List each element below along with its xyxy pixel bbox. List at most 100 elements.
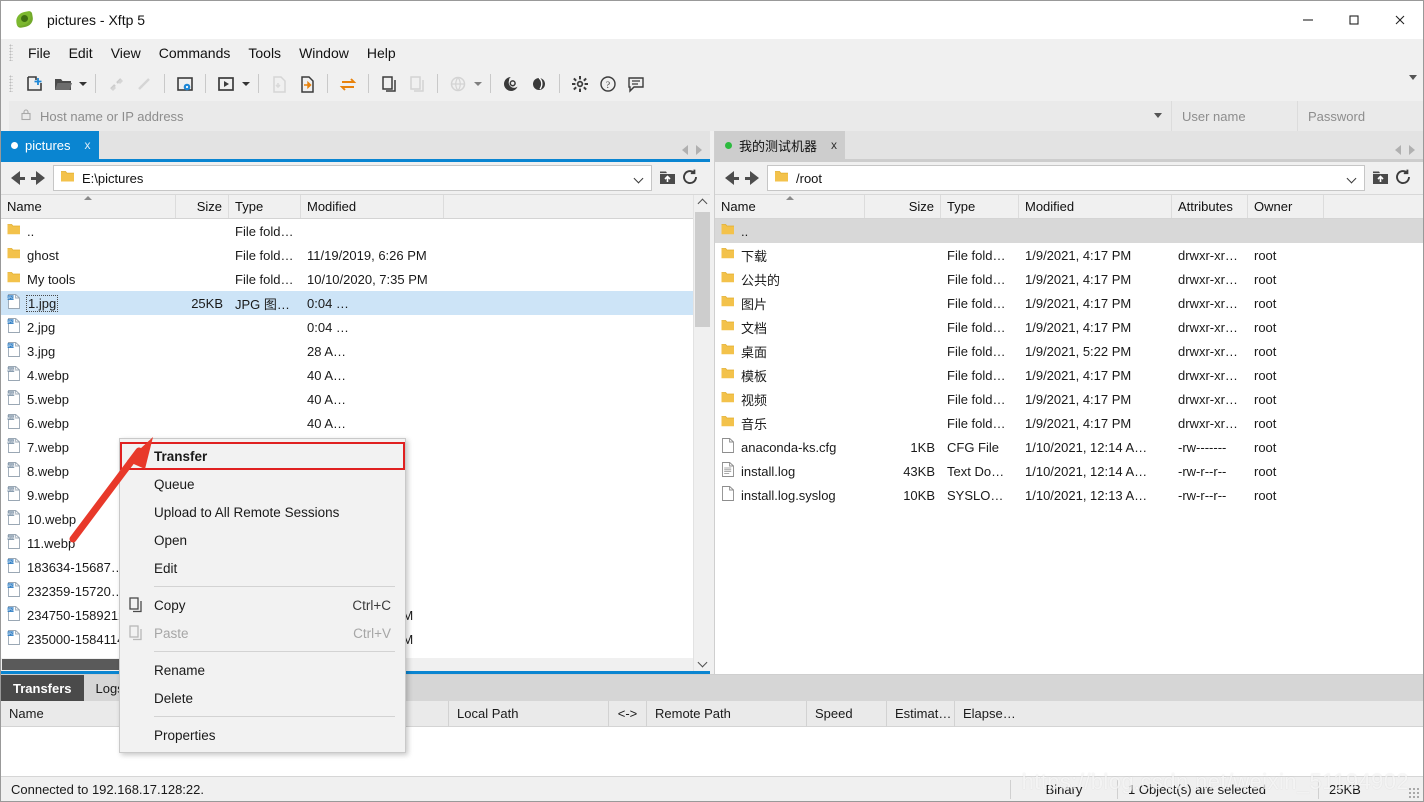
local-vscroll-thumb[interactable] [694, 212, 710, 327]
local-path-input[interactable]: E:\pictures [53, 165, 652, 191]
session-settings-icon[interactable] [172, 71, 198, 97]
file-context-menu[interactable]: Transfer Queue Upload to All Remote Sessio… [119, 438, 406, 753]
transfers-col-local-path[interactable]: Local Path [449, 700, 609, 727]
context-menu-item-queue[interactable]: Queue [120, 470, 405, 498]
status-transfer-mode[interactable]: Binary [1011, 777, 1117, 802]
remote-path-input[interactable]: /root [767, 165, 1365, 191]
local-col-size[interactable]: Size [176, 195, 229, 218]
scroll-down-icon[interactable] [694, 654, 711, 671]
table-row[interactable]: My tools File fold… 10/10/2020, 7:35 PM [1, 267, 693, 291]
remote-tab-close-icon[interactable]: x [831, 138, 837, 152]
menu-help[interactable]: Help [358, 41, 405, 65]
table-row[interactable]: WEBP 5.webp 40 A… [1, 387, 693, 411]
transfers-col-[interactable]: <-> [609, 700, 647, 727]
table-row[interactable]: 模板 File fold… 1/9/2021, 4:17 PM drwxr-xr… ro… [715, 363, 1423, 387]
menu-tools[interactable]: Tools [239, 41, 290, 65]
table-row[interactable]: 图片 File fold… 1/9/2021, 4:17 PM drwxr-xr… ro… [715, 291, 1423, 315]
context-menu-item-transfer[interactable]: Transfer [120, 442, 405, 470]
feedback-icon[interactable] [623, 71, 649, 97]
go-up-folder-icon[interactable] [658, 168, 677, 189]
transfers-col-speed[interactable]: Speed [807, 700, 887, 727]
context-menu-item-open[interactable]: Open [120, 526, 405, 554]
xftp-icon[interactable] [526, 71, 552, 97]
context-menu-item-copy[interactable]: Copy Ctrl+C [120, 591, 405, 619]
remote-col-size[interactable]: Size [865, 195, 941, 218]
local-tab-pictures[interactable]: pictures x [1, 131, 99, 159]
table-row[interactable]: install.log 43KB Text Do… 1/10/2021, 12:14 … [715, 459, 1423, 483]
remote-tab-session[interactable]: 我的测试机器 x [715, 131, 846, 159]
local-col-type[interactable]: Type [229, 195, 301, 218]
table-row[interactable]: 下载 File fold… 1/9/2021, 4:17 PM drwxr-xr… ro… [715, 243, 1423, 267]
context-menu-item-delete[interactable]: Delete [120, 684, 405, 712]
options-gear-icon[interactable] [567, 71, 593, 97]
local-tab-close-icon[interactable]: x [85, 138, 91, 152]
table-row[interactable]: install.log.syslog 10KB SYSLOG … 1/10/2021,… [715, 483, 1423, 507]
go-up-folder-icon[interactable] [1371, 168, 1390, 189]
xshell-icon[interactable] [498, 71, 524, 97]
run-icon[interactable] [213, 71, 239, 97]
local-col-modified[interactable]: Modified [301, 195, 444, 218]
transfers-col-elapse[interactable]: Elapse… [955, 701, 1423, 727]
chevron-down-icon[interactable] [633, 173, 644, 184]
remote-col-owner[interactable]: Owner [1248, 195, 1324, 218]
back-arrow[interactable] [725, 171, 739, 185]
host-history-caret[interactable] [1154, 113, 1162, 118]
transfers-col-remote-path[interactable]: Remote Path [647, 700, 807, 727]
minimize-icon[interactable] [1285, 1, 1331, 39]
table-row[interactable]: JPG 2.jpg 0:04 … [1, 315, 693, 339]
menu-window[interactable]: Window [290, 41, 358, 65]
menubar-grip-icon[interactable] [9, 44, 13, 61]
table-row[interactable]: .. [715, 219, 1423, 243]
upload-file-icon[interactable] [294, 71, 320, 97]
tab-prev-arrow[interactable] [682, 145, 688, 155]
run-dropdown-caret[interactable] [240, 71, 252, 97]
close-icon[interactable] [1377, 1, 1423, 39]
context-menu-item-rename[interactable]: Rename [120, 656, 405, 684]
transfers-col-estimat[interactable]: Estimat… [887, 700, 955, 727]
refresh-icon[interactable] [1394, 168, 1413, 189]
help-icon[interactable]: ? [595, 71, 621, 97]
forward-arrow[interactable] [31, 171, 45, 185]
menu-edit[interactable]: Edit [60, 41, 102, 65]
table-row[interactable]: 音乐 File fold… 1/9/2021, 4:17 PM drwxr-xr… ro… [715, 411, 1423, 435]
remote-col-type[interactable]: Type [941, 195, 1019, 218]
table-row[interactable]: 视频 File fold… 1/9/2021, 4:17 PM drwxr-xr… ro… [715, 387, 1423, 411]
copy-icon[interactable] [376, 71, 402, 97]
tab-next-arrow[interactable] [1409, 145, 1415, 155]
table-row[interactable]: JPG 1.jpg 25KB JPG 图… 0:04 … [1, 291, 693, 315]
host-input[interactable]: Host name or IP address [9, 101, 1171, 131]
context-menu-item-edit[interactable]: Edit [120, 554, 405, 582]
resize-grip-icon[interactable] [1408, 787, 1420, 799]
local-vertical-scrollbar[interactable] [693, 195, 710, 671]
tab-transfers[interactable]: Transfers [1, 675, 84, 701]
table-row[interactable]: WEBP 6.webp 40 A… [1, 411, 693, 435]
chevron-down-icon[interactable] [1346, 173, 1357, 184]
toolbar-grip-icon[interactable] [9, 75, 13, 92]
table-row[interactable]: anaconda-ks.cfg 1KB CFG File 1/10/2021, 12:… [715, 435, 1423, 459]
username-input[interactable]: User name [1171, 101, 1297, 131]
table-row[interactable]: .. File fold… [1, 219, 693, 243]
remote-col-attributes[interactable]: Attributes [1172, 195, 1248, 218]
table-row[interactable]: JPG 3.jpg 28 A… [1, 339, 693, 363]
menu-view[interactable]: View [102, 41, 150, 65]
synchronize-icon[interactable] [335, 71, 361, 97]
maximize-icon[interactable] [1331, 1, 1377, 39]
password-input[interactable]: Password [1297, 101, 1423, 131]
web-dropdown-caret[interactable] [472, 71, 484, 97]
open-folder-icon[interactable] [50, 71, 76, 97]
table-row[interactable]: 文档 File fold… 1/9/2021, 4:17 PM drwxr-xr… ro… [715, 315, 1423, 339]
table-row[interactable]: ghost File fold… 11/19/2019, 6:26 PM [1, 243, 693, 267]
scroll-up-icon[interactable] [694, 195, 711, 212]
refresh-icon[interactable] [681, 168, 700, 189]
remote-col-name[interactable]: Name [715, 195, 865, 218]
context-menu-item-properties[interactable]: Properties [120, 721, 405, 749]
remote-col-modified[interactable]: Modified [1019, 195, 1172, 218]
toolbar-overflow-caret[interactable] [1409, 75, 1417, 80]
menu-commands[interactable]: Commands [150, 41, 240, 65]
table-row[interactable]: 公共的 File fold… 1/9/2021, 4:17 PM drwxr-xr… r… [715, 267, 1423, 291]
context-menu-item-upload-to-all-remote-sessions[interactable]: Upload to All Remote Sessions [120, 498, 405, 526]
local-col-name[interactable]: Name [1, 195, 176, 218]
table-row[interactable]: 桌面 File fold… 1/9/2021, 5:22 PM drwxr-xr… ro… [715, 339, 1423, 363]
new-session-icon[interactable] [22, 71, 48, 97]
back-arrow[interactable] [11, 171, 25, 185]
